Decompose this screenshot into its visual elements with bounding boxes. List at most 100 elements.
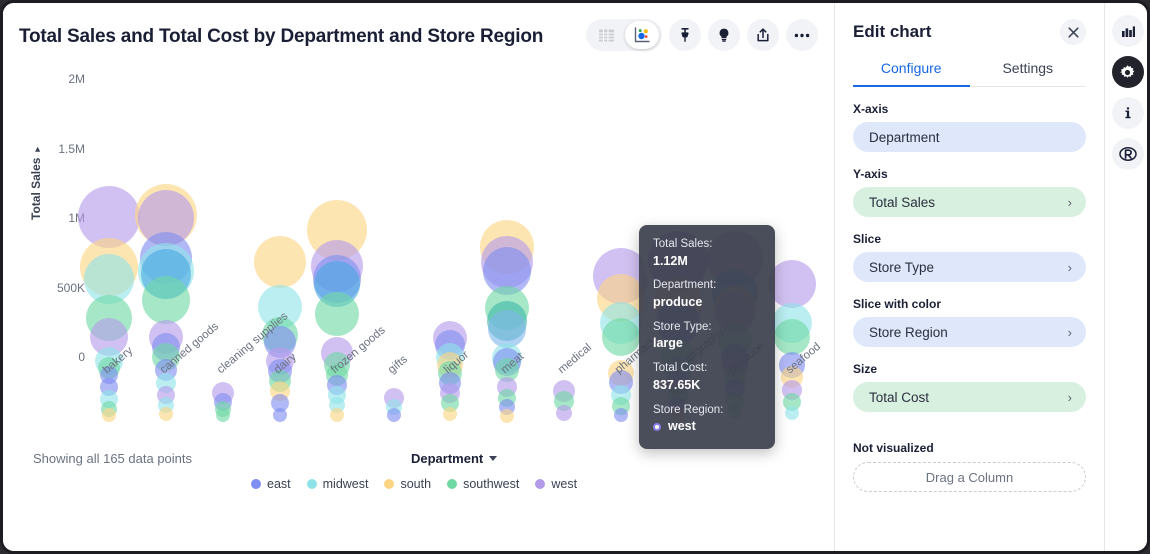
gear-icon[interactable]	[1112, 56, 1144, 88]
data-point-bubble[interactable]	[315, 292, 359, 336]
tooltip-row: Store Region:west	[653, 403, 761, 435]
dropzone-label: Drag a Column	[926, 470, 1013, 485]
more-options-icon[interactable]	[786, 19, 818, 51]
data-point-tooltip: Total Sales:1.12M Department:produce Store…	[639, 225, 775, 449]
data-point-bubble[interactable]	[785, 406, 799, 420]
field-chip-size[interactable]: Total Cost ›	[853, 382, 1086, 412]
chevron-right-icon: ›	[1068, 391, 1072, 404]
data-point-bubble[interactable]	[768, 260, 816, 308]
panel-fields: X-axis Department Y-axis Total Sales › Slice S…	[853, 102, 1086, 412]
field-label-x-axis: X-axis	[853, 102, 1086, 116]
legend-swatch	[447, 479, 457, 489]
legend-item[interactable]: west	[535, 477, 577, 491]
info-icon[interactable]	[1112, 97, 1144, 129]
field-label-slice: Slice	[853, 232, 1086, 246]
legend-title-label: Department	[411, 451, 483, 466]
field-chip-value: Total Cost	[869, 390, 929, 405]
data-point-bubble[interactable]	[556, 405, 572, 421]
legend-swatch	[307, 479, 317, 489]
lightbulb-icon[interactable]	[708, 19, 740, 51]
chart-card: Total Sales and Total Cost by Department…	[3, 3, 835, 551]
panel-header: Edit chart	[853, 3, 1086, 45]
field-chip-x-axis[interactable]: Department	[853, 122, 1086, 152]
tooltip-value: west	[653, 418, 761, 435]
tooltip-row: Department:produce	[653, 278, 761, 310]
tooltip-value: 837.65K	[653, 377, 761, 394]
field-chip-value: Store Region	[869, 325, 948, 340]
legend-swatch	[535, 479, 545, 489]
field-label-y-axis: Y-axis	[853, 167, 1086, 181]
data-point-bubble[interactable]	[216, 408, 230, 422]
tab-settings[interactable]: Settings	[970, 60, 1087, 87]
not-visualized-label: Not visualized	[853, 441, 1086, 455]
field-chip-value: Total Sales	[869, 195, 935, 210]
data-point-bubble[interactable]	[614, 408, 628, 422]
field-chip-slice-with-color[interactable]: Store Region ›	[853, 317, 1086, 347]
legend-label: east	[267, 477, 291, 491]
field-label-slice-with-color: Slice with color	[853, 297, 1086, 311]
legend-item[interactable]: southwest	[447, 477, 519, 491]
tooltip-key: Total Cost:	[653, 361, 761, 377]
data-point-bubble[interactable]	[273, 408, 287, 422]
field-chip-value: Department	[869, 130, 940, 145]
chevron-right-icon: ›	[1068, 326, 1072, 339]
edit-chart-panel: Edit chart ConfigureSettings X-axis Depar…	[835, 3, 1105, 551]
legend-swatch	[251, 479, 261, 489]
field-chip-y-axis[interactable]: Total Sales ›	[853, 187, 1086, 217]
drag-a-column-dropzone[interactable]: Drag a Column	[853, 462, 1086, 492]
tooltip-row: Total Cost:837.65K	[653, 361, 761, 393]
field-label-size: Size	[853, 362, 1086, 376]
legend-label: southwest	[463, 477, 519, 491]
chart-header: Total Sales and Total Cost by Department…	[3, 3, 834, 65]
chart-footer: Showing all 165 data points Department e…	[3, 451, 835, 551]
app-window: Total Sales and Total Cost by Department…	[0, 0, 1150, 554]
data-point-bubble[interactable]	[142, 276, 190, 324]
panel-tabs: ConfigureSettings	[853, 59, 1086, 87]
legend-item[interactable]: south	[384, 477, 431, 491]
tooltip-value: 1.12M	[653, 253, 761, 270]
chart-toolbar	[586, 19, 818, 51]
bar-chart-icon[interactable]	[1112, 15, 1144, 47]
tooltip-key: Department:	[653, 278, 761, 294]
tooltip-key: Store Region:	[653, 403, 761, 419]
r-logo-icon[interactable]	[1112, 138, 1144, 170]
chevron-down-icon	[489, 456, 497, 461]
tooltip-series-swatch	[653, 423, 661, 431]
data-point-bubble[interactable]	[500, 409, 514, 423]
data-point-bubble[interactable]	[387, 408, 401, 422]
tooltip-key: Store Type:	[653, 320, 761, 336]
data-point-bubble[interactable]	[159, 407, 173, 421]
tooltip-row: Total Sales:1.12M	[653, 237, 761, 269]
tab-configure[interactable]: Configure	[853, 60, 970, 87]
tooltip-value: produce	[653, 294, 761, 311]
chart-view-icon[interactable]	[625, 21, 659, 49]
data-point-bubble[interactable]	[443, 407, 457, 421]
legend-title-dropdown[interactable]: Department	[411, 451, 497, 466]
pin-icon[interactable]	[669, 19, 701, 51]
chart-legend: east midwest south southwest west	[251, 477, 577, 491]
legend-label: midwest	[323, 477, 369, 491]
legend-item[interactable]: east	[251, 477, 291, 491]
legend-label: west	[551, 477, 577, 491]
right-rail	[1105, 3, 1150, 551]
view-toggle-group	[586, 19, 662, 51]
legend-label: south	[400, 477, 431, 491]
field-chip-slice[interactable]: Store Type ›	[853, 252, 1086, 282]
legend-item[interactable]: midwest	[307, 477, 369, 491]
field-chip-value: Store Type	[869, 260, 934, 275]
legend-swatch	[384, 479, 394, 489]
data-point-count: Showing all 165 data points	[33, 451, 192, 466]
chevron-right-icon: ›	[1068, 261, 1072, 274]
panel-title: Edit chart	[853, 22, 931, 42]
page-title: Total Sales and Total Cost by Department…	[19, 26, 543, 48]
chevron-right-icon: ›	[1068, 196, 1072, 209]
panel-spacer	[853, 412, 1086, 426]
close-icon[interactable]	[1060, 19, 1086, 45]
tooltip-value: large	[653, 335, 761, 352]
share-icon[interactable]	[747, 19, 779, 51]
table-view-icon[interactable]	[589, 21, 623, 49]
data-point-bubble[interactable]	[254, 236, 306, 288]
tooltip-row: Store Type:large	[653, 320, 761, 352]
data-point-bubble[interactable]	[330, 408, 344, 422]
data-point-bubble[interactable]	[102, 408, 116, 422]
